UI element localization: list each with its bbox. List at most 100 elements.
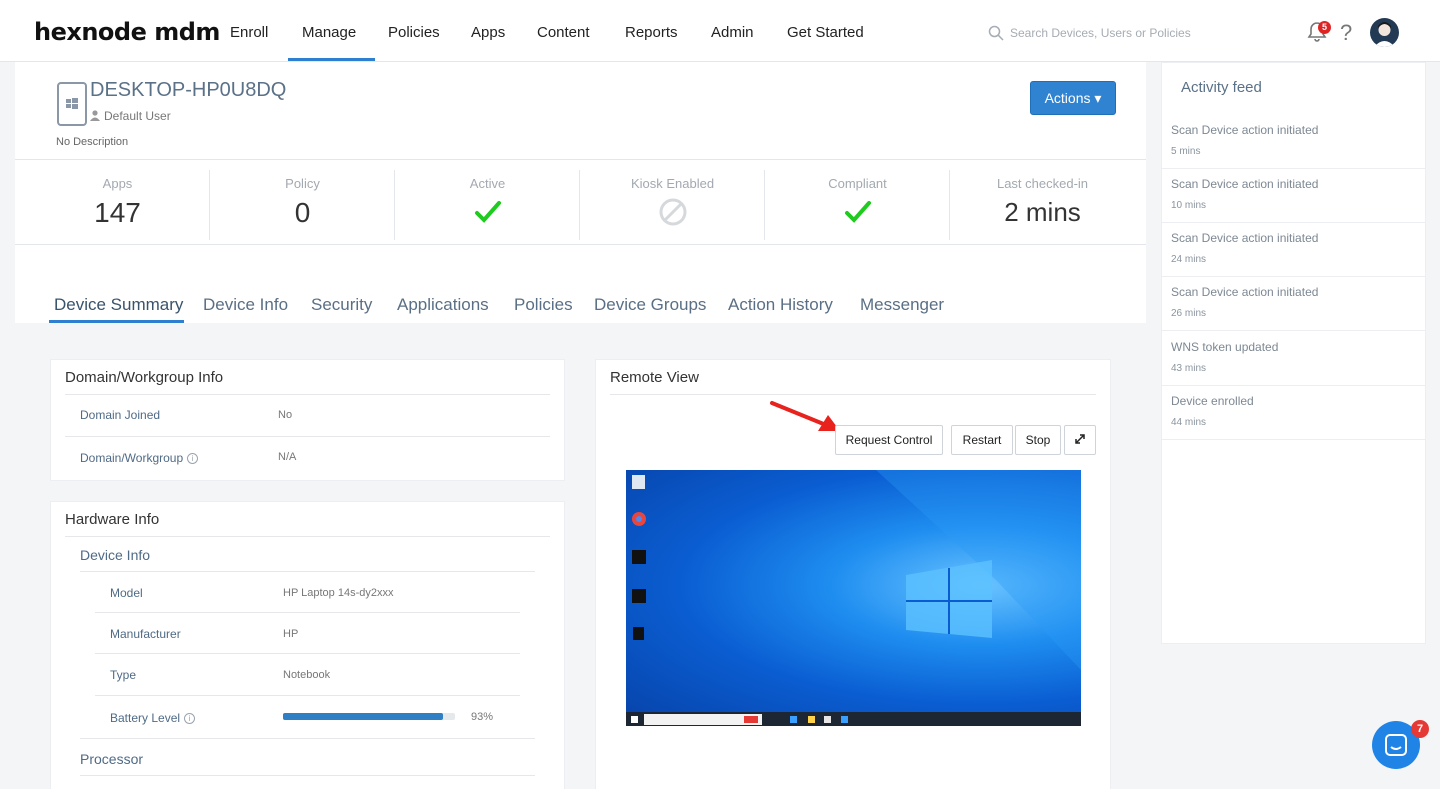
- divider: [65, 536, 550, 537]
- remote-taskbar: [626, 712, 1081, 726]
- feed-item-time: 5 mins: [1171, 146, 1201, 157]
- divider: [15, 159, 1146, 160]
- divider: [80, 571, 535, 572]
- notification-count-badge: 5: [1318, 21, 1331, 34]
- stat-policy-label: Policy: [285, 176, 320, 191]
- fullscreen-button[interactable]: [1064, 425, 1096, 455]
- stat-compliant-label: Compliant: [828, 176, 887, 191]
- windows-desktop-image: [632, 470, 1081, 670]
- feed-item-time: 24 mins: [1171, 254, 1207, 265]
- activity-feed-item[interactable]: Device enrolled 44 mins: [1161, 386, 1426, 440]
- divider: [95, 653, 520, 654]
- domain-joined-label: Domain Joined: [80, 408, 161, 422]
- stat-kiosk: Kiosk Enabled: [580, 170, 765, 240]
- tab-applications[interactable]: Applications: [397, 295, 489, 315]
- divider: [95, 695, 520, 696]
- check-icon: [474, 201, 501, 223]
- remote-screen-view[interactable]: [626, 470, 1081, 726]
- processor-heading: Processor: [80, 751, 144, 767]
- nav-policies[interactable]: Policies: [388, 24, 440, 41]
- global-search-input[interactable]: [1010, 22, 1260, 44]
- stat-apps[interactable]: Apps 147: [25, 170, 210, 240]
- divider: [80, 775, 535, 776]
- tab-action-history[interactable]: Action History: [728, 295, 833, 315]
- stop-button[interactable]: Stop: [1015, 425, 1061, 455]
- device-user[interactable]: Default User: [104, 109, 171, 123]
- stat-policy[interactable]: Policy 0: [210, 170, 395, 240]
- battery-level-bar: [283, 713, 455, 720]
- top-navigation-bar: hexnode mdm Enroll Manage Policies Apps …: [0, 0, 1440, 62]
- stat-kiosk-label: Kiosk Enabled: [630, 176, 715, 191]
- divider: [610, 394, 1096, 395]
- feed-item-time: 43 mins: [1171, 363, 1207, 374]
- activity-feed-item[interactable]: WNS token updated 43 mins: [1161, 332, 1426, 386]
- activity-feed-item[interactable]: Scan Device action initiated 10 mins: [1161, 169, 1426, 223]
- check-icon: [844, 201, 871, 223]
- chat-unread-badge: 7: [1411, 720, 1429, 738]
- stat-active-label: Active: [469, 176, 506, 191]
- tab-messenger[interactable]: Messenger: [860, 295, 944, 315]
- domain-workgroup-label: Domain/Workgroup i: [80, 451, 199, 465]
- activity-feed-item[interactable]: Scan Device action initiated 24 mins: [1161, 223, 1426, 277]
- domain-joined-value: No: [278, 409, 293, 421]
- activity-feed-item[interactable]: Scan Device action initiated 5 mins: [1161, 115, 1426, 169]
- nav-get-started[interactable]: Get Started: [787, 24, 864, 41]
- nav-content[interactable]: Content: [537, 24, 590, 41]
- stat-apps-label: Apps: [102, 176, 133, 191]
- manufacturer-value: HP: [283, 628, 299, 640]
- divider: [95, 612, 520, 613]
- type-label: Type: [110, 668, 137, 682]
- nav-manage[interactable]: Manage: [302, 24, 356, 41]
- stat-last-checked: Last checked-in 2 mins: [950, 170, 1135, 240]
- tab-policies[interactable]: Policies: [514, 295, 573, 315]
- windows-device-icon: [57, 82, 87, 126]
- user-icon: [90, 110, 100, 121]
- feed-item-text: Scan Device action initiated: [1171, 231, 1319, 245]
- stat-policy-value: 0: [294, 197, 311, 228]
- tab-device-info[interactable]: Device Info: [203, 295, 288, 315]
- nav-admin[interactable]: Admin: [711, 24, 754, 41]
- feed-item-time: 26 mins: [1171, 308, 1207, 319]
- model-value: HP Laptop 14s-dy2xxx: [283, 587, 394, 599]
- hexnode-logo[interactable]: hexnode mdm: [34, 18, 220, 46]
- hardware-info-panel: [50, 501, 565, 789]
- type-value: Notebook: [283, 669, 331, 681]
- tab-security[interactable]: Security: [311, 295, 372, 315]
- info-icon[interactable]: i: [184, 713, 196, 725]
- feed-item-text: Scan Device action initiated: [1171, 285, 1319, 299]
- nav-apps[interactable]: Apps: [471, 24, 505, 41]
- divider: [65, 394, 550, 395]
- domain-workgroup-label-text: Domain/Workgroup: [80, 451, 184, 465]
- stat-active: Active: [395, 170, 580, 240]
- nav-reports[interactable]: Reports: [625, 24, 678, 41]
- feed-item-text: Device enrolled: [1171, 394, 1254, 408]
- stat-last-checked-value: 2 mins: [1004, 197, 1081, 227]
- stat-last-checked-label: Last checked-in: [996, 176, 1089, 191]
- user-avatar[interactable]: [1370, 18, 1399, 47]
- stat-compliant: Compliant: [765, 170, 950, 240]
- taskbar-icons: [631, 714, 848, 725]
- tab-device-groups[interactable]: Device Groups: [594, 295, 706, 315]
- model-label: Model: [110, 586, 143, 600]
- device-description[interactable]: No Description: [56, 136, 128, 148]
- feed-item-text: Scan Device action initiated: [1171, 177, 1319, 191]
- actions-dropdown-button[interactable]: Actions ▾: [1030, 81, 1116, 115]
- divider: [15, 244, 1146, 245]
- activity-feed-item[interactable]: Scan Device action initiated 26 mins: [1161, 277, 1426, 331]
- nav-enroll[interactable]: Enroll: [230, 24, 268, 41]
- feed-item-time: 44 mins: [1171, 417, 1207, 428]
- divider: [80, 738, 535, 739]
- device-info-heading: Device Info: [80, 547, 151, 563]
- restart-button[interactable]: Restart: [951, 425, 1013, 455]
- help-icon[interactable]: ?: [1340, 20, 1352, 46]
- stat-apps-value: 147: [94, 197, 141, 228]
- feed-item-text: WNS token updated: [1171, 340, 1279, 354]
- info-icon[interactable]: i: [187, 453, 199, 465]
- feed-item-time: 10 mins: [1171, 200, 1207, 211]
- tab-device-summary[interactable]: Device Summary: [54, 295, 183, 315]
- battery-level-value: 93%: [471, 711, 494, 723]
- domain-panel-title: Domain/Workgroup Info: [65, 369, 224, 386]
- manufacturer-label: Manufacturer: [110, 627, 181, 641]
- battery-level-label-text: Battery Level: [110, 711, 181, 725]
- request-control-button[interactable]: Request Control: [835, 425, 943, 455]
